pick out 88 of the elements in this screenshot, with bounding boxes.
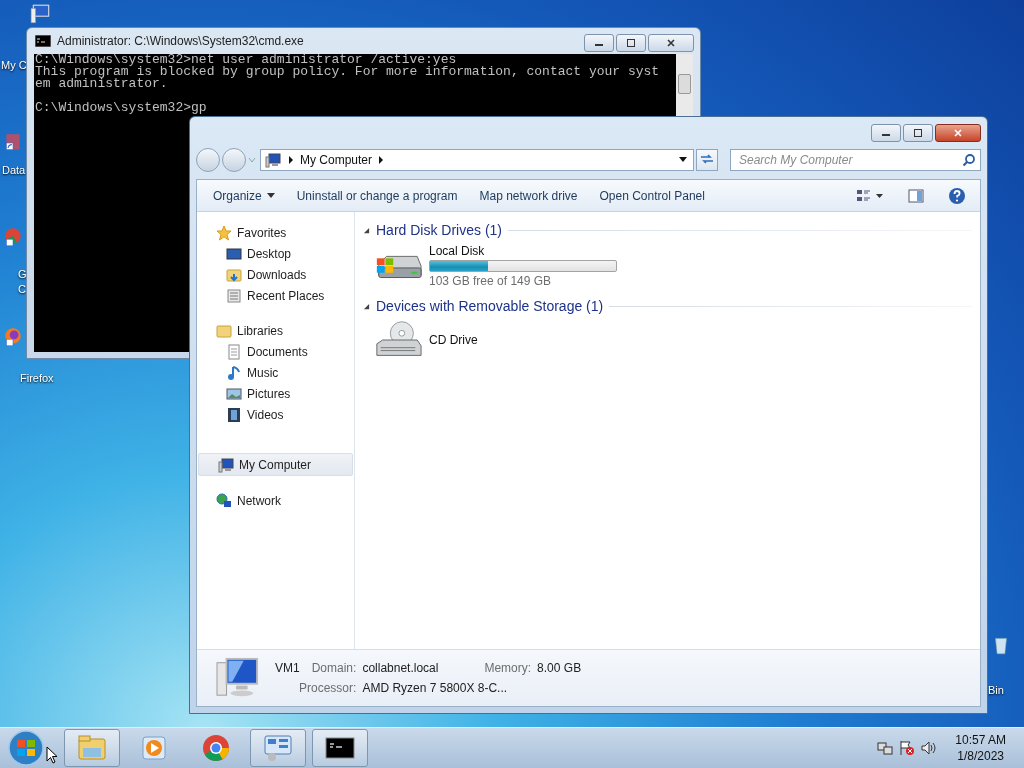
clock-time: 10:57 AM (955, 732, 1006, 748)
minimize-button[interactable] (871, 124, 901, 142)
field-label: Processor: (298, 681, 357, 695)
picture-icon (226, 385, 242, 402)
recent-places-icon (226, 287, 242, 304)
network-icon (216, 492, 232, 509)
maximize-button[interactable] (903, 124, 933, 142)
console-line: em administrator. (35, 78, 169, 90)
refresh-button[interactable] (696, 149, 718, 171)
speaker-icon[interactable] (921, 740, 938, 756)
computer-icon (215, 657, 261, 699)
collapse-icon[interactable] (363, 226, 370, 234)
computer-icon[interactable] (30, 3, 52, 25)
field-label: Domain: (311, 661, 357, 675)
pane-icon (908, 187, 924, 204)
taskbar-button[interactable] (312, 729, 368, 767)
help-icon (948, 186, 966, 205)
close-button[interactable] (648, 34, 694, 52)
windows-logo-icon (8, 730, 44, 766)
chrome-icon (200, 732, 232, 764)
start-button[interactable] (6, 728, 46, 768)
folder-icon (216, 322, 232, 339)
console-line: C:\Windows\system32>net user administrator /active:yes (35, 54, 457, 66)
navigation-item[interactable]: My Computer (198, 453, 353, 476)
document-icon (226, 343, 242, 360)
desktop-icon-label[interactable]: Bin (988, 683, 1004, 698)
refresh-icon (699, 152, 715, 165)
navigation-item[interactable]: Network (197, 490, 354, 511)
close-icon (953, 129, 963, 137)
desktop-icon-label[interactable]: Data (2, 163, 26, 178)
network-icon[interactable] (877, 740, 894, 756)
navigation-item[interactable]: Recent Places (197, 285, 354, 306)
desktop-icon-label[interactable]: G C (18, 267, 27, 297)
maximize-icon (626, 39, 636, 47)
navigation-item[interactable]: Libraries (197, 320, 354, 341)
toolbar-button[interactable]: Organize (205, 184, 283, 207)
folder-icon (226, 266, 242, 283)
toolbar-button[interactable]: Map network drive (471, 184, 586, 207)
star-icon (216, 224, 232, 241)
monitor-icon (226, 245, 242, 262)
group-header[interactable]: Devices with Removable Storage (1) (376, 298, 604, 314)
drive-name[interactable]: Local Disk (429, 244, 617, 258)
search-icon (962, 153, 976, 167)
caret-icon (266, 193, 275, 198)
drive-name[interactable]: CD Drive (429, 333, 478, 347)
search-field[interactable]: Search My Computer (730, 149, 981, 171)
console-line: This program is blocked by group policy. For more information, contact your syst (35, 66, 661, 78)
computer-name: VM1 (275, 661, 300, 675)
field-value: collabnet.local (362, 661, 439, 675)
navigation-item[interactable]: Pictures (197, 383, 354, 404)
navigation-item[interactable]: Downloads (197, 264, 354, 285)
window-title: Administrator: C:\Windows\System32\cmd.exe (57, 34, 305, 48)
control-panel-icon (262, 732, 294, 764)
navigation-item[interactable]: Documents (197, 341, 354, 362)
desktop-icon-label[interactable]: My C (1, 58, 27, 73)
maximize-icon (913, 129, 923, 137)
field-value: 8.00 GB (537, 661, 582, 675)
close-icon (666, 39, 676, 47)
music-note-icon (226, 364, 242, 381)
clock[interactable]: 10:57 AM 1/8/2023 (955, 732, 1006, 764)
field-label: Memory: (484, 661, 532, 675)
clock-date: 1/8/2023 (957, 748, 1004, 764)
navigation-item[interactable]: Videos (197, 404, 354, 425)
navigation-item[interactable]: Desktop (197, 243, 354, 264)
toolbar-button[interactable]: Open Control Panel (591, 184, 713, 207)
chevron-icon (288, 156, 294, 164)
flag-alert-icon[interactable] (899, 740, 916, 756)
free-space-text: 103 GB free of 149 GB (429, 274, 553, 288)
toolbar-button[interactable]: Uninstall or change a program (288, 184, 466, 207)
breadcrumb[interactable]: My Computer (300, 153, 373, 167)
film-icon (226, 406, 242, 423)
address-bar[interactable]: My Computer (260, 149, 694, 171)
chevron-icon (378, 156, 385, 164)
navigation-item[interactable]: Favorites (197, 222, 354, 243)
view-list-icon (856, 187, 884, 204)
maximize-button[interactable] (616, 34, 646, 52)
computer-icon (218, 456, 234, 473)
collapse-icon[interactable] (363, 302, 370, 310)
console-icon (35, 35, 51, 47)
mouse-pointer-icon (46, 746, 58, 764)
close-button[interactable] (935, 124, 981, 142)
dropdown-icon[interactable] (679, 157, 687, 163)
group-header[interactable]: Hard Disk Drives (1) (376, 222, 502, 238)
computer-icon (264, 152, 282, 168)
field-value: AMD Ryzen 7 5800X 8-C... (362, 681, 509, 695)
console-line: C:\Windows\system32>gp (35, 99, 208, 114)
navigation-item[interactable]: Music (197, 362, 354, 383)
minimize-button[interactable] (584, 34, 614, 52)
